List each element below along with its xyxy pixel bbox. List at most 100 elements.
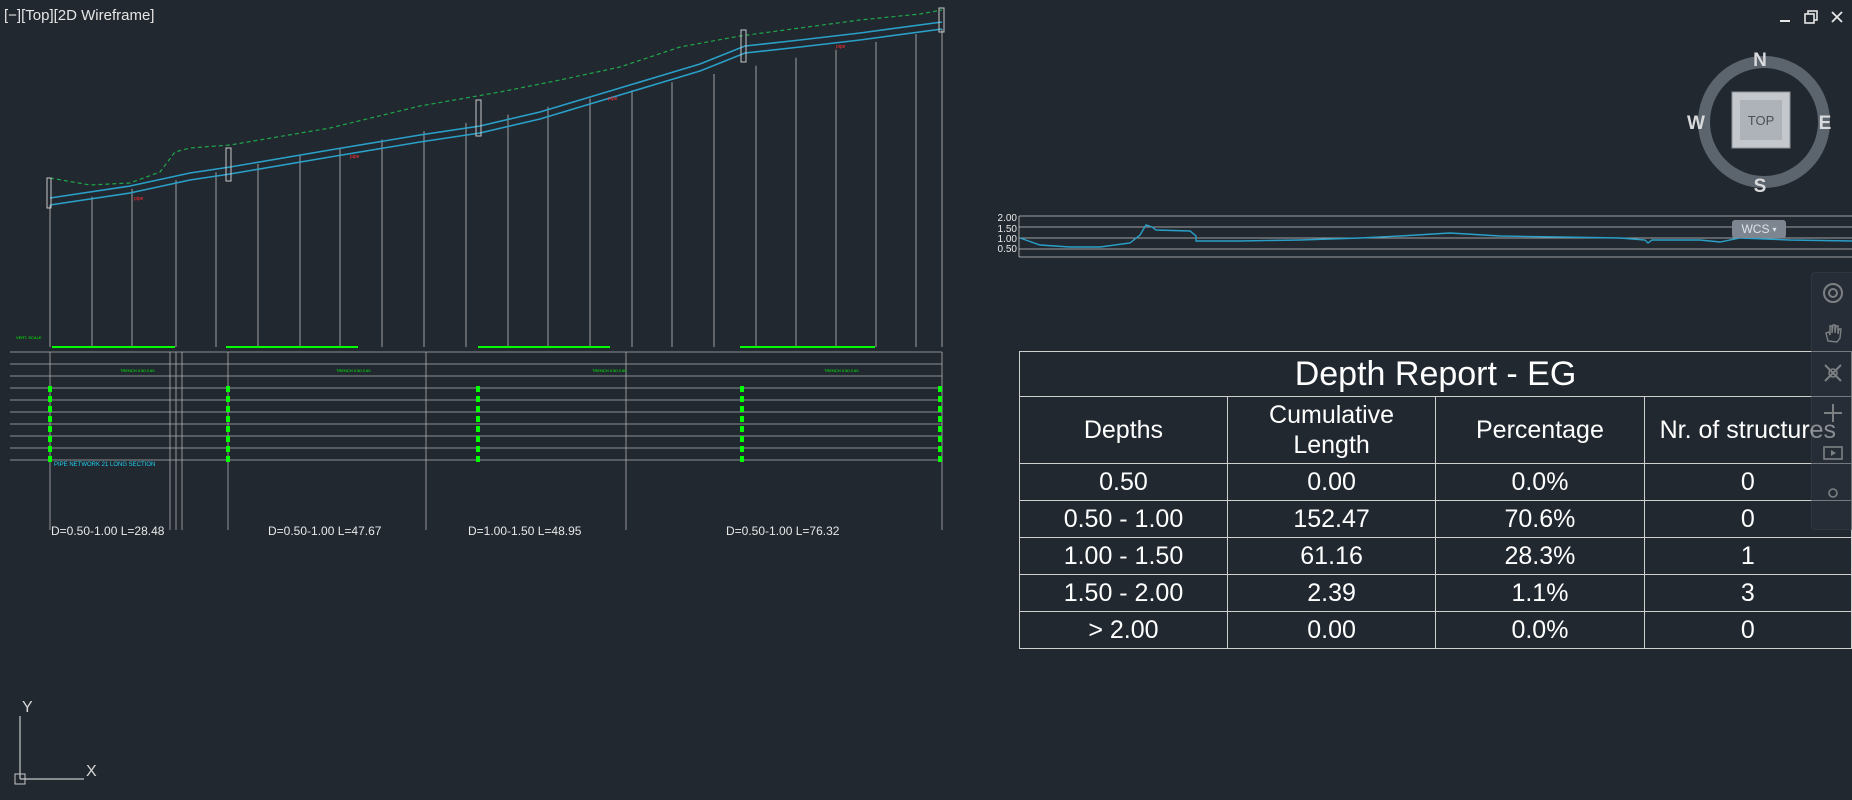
cell-percentage: 70.6%: [1435, 500, 1645, 538]
customize-icon[interactable]: [1812, 473, 1852, 513]
cell-percentage: 0.0%: [1435, 463, 1645, 501]
svg-text:TRENCH 0.50 0.60: TRENCH 0.50 0.60: [592, 368, 627, 373]
compass-east[interactable]: E: [1819, 113, 1832, 134]
cell-depth: 1.50 - 2.00: [1019, 574, 1228, 612]
band-caption: PIPE NETWORK 21 LONG SECTION: [54, 462, 155, 468]
band-station-tick: [226, 426, 230, 432]
depth-series-line: [1019, 224, 1852, 248]
band-station-tick: [48, 456, 52, 462]
cell-structures: 1: [1643, 537, 1852, 575]
band-station-tick: [48, 426, 52, 432]
compass-west[interactable]: W: [1687, 113, 1705, 134]
depth-report-table: Depth Report - EG Depths Cumulative Leng…: [1019, 351, 1852, 649]
station-lines: [49, 29, 943, 347]
band-station-tick: [476, 426, 480, 432]
section-label: D=1.00-1.50 L=48.95: [468, 524, 582, 538]
band-station-tick: [48, 446, 52, 452]
svg-text:TRENCH 0.50 0.60: TRENCH 0.50 0.60: [120, 368, 155, 373]
orbit-icon[interactable]: [1812, 393, 1852, 433]
section-label: D=0.50-1.00 L=76.32: [726, 524, 840, 538]
steering-wheel-icon[interactable]: [1812, 273, 1852, 313]
band-station-tick: [938, 446, 942, 452]
band-station-tick: [476, 396, 480, 402]
band-station-tick: [938, 426, 942, 432]
svg-text:pipe: pipe: [836, 44, 846, 50]
band-station-tick: [476, 406, 480, 412]
band-station-tick: [938, 436, 942, 442]
band-station-tick: [226, 456, 230, 462]
section-label: D=0.50-1.00 L=47.67: [268, 524, 382, 538]
depth-chart: 2.00 1.50 1.00 0.50: [998, 213, 1852, 258]
cell-length: 0.00: [1226, 463, 1437, 501]
band-green-text: TRENCH 0.50 0.60 TRENCH 0.50 0.60 TRENCH …: [16, 335, 859, 373]
cell-length: 61.16: [1226, 537, 1437, 575]
header-cumulative-length: Cumulative Length: [1226, 396, 1437, 464]
section-labels: D=0.50-1.00 L=28.48 D=0.50-1.00 L=47.67 …: [51, 524, 840, 538]
svg-text:pipe: pipe: [608, 96, 618, 102]
band-station-tick: [48, 396, 52, 402]
band-station-tick: [476, 416, 480, 422]
band-station-tick: [48, 436, 52, 442]
table-row: 0.50 - 1.00 152.47 70.6% 0: [1019, 500, 1852, 538]
viewcube-face-label: TOP: [1748, 113, 1775, 128]
cell-length: 152.47: [1226, 500, 1437, 538]
showmotion-icon[interactable]: [1812, 433, 1852, 473]
compass-north[interactable]: N: [1753, 50, 1767, 71]
pipe-top-line: [49, 21, 943, 199]
cell-structures: 0: [1643, 611, 1852, 649]
svg-text:pipe: pipe: [350, 154, 360, 160]
band-station-tick: [476, 446, 480, 452]
existing-ground-line: [49, 9, 943, 186]
svg-text:pipe: pipe: [134, 196, 144, 202]
band-station-tick: [48, 386, 52, 392]
report-title: Depth Report - EG: [1019, 351, 1852, 397]
table-row: 1.50 - 2.00 2.39 1.1% 3: [1019, 574, 1852, 612]
table-row: > 2.00 0.00 0.0% 0: [1019, 611, 1852, 649]
band-station-tick: [938, 406, 942, 412]
structure: [46, 177, 52, 209]
band-station-tick: [476, 386, 480, 392]
zoom-extents-icon[interactable]: [1812, 353, 1852, 393]
band-station-tick: [476, 456, 480, 462]
navigation-bar: [1811, 272, 1852, 530]
band-station-tick: [226, 386, 230, 392]
band-station-tick: [476, 436, 480, 442]
band-station-tick: [938, 456, 942, 462]
band-station-tick: [740, 416, 744, 422]
pan-hand-icon[interactable]: [1812, 313, 1852, 353]
viewcube-compass[interactable]: TOP N S E W: [1684, 44, 1844, 204]
svg-text:TRENCH 0.50 0.60: TRENCH 0.50 0.60: [824, 368, 859, 373]
depth-tick: 2.00: [998, 213, 1018, 224]
cell-depth: 1.00 - 1.50: [1019, 537, 1228, 575]
svg-text:TRENCH 0.50 0.60: TRENCH 0.50 0.60: [336, 368, 371, 373]
cell-structures: 3: [1643, 574, 1852, 612]
ucs-x-label: X: [86, 763, 97, 780]
wcs-label: WCS: [1741, 222, 1770, 236]
header-percentage: Percentage: [1435, 396, 1645, 464]
long-section-profile: pipepipe pipepipe TRENCH 0.50 0.60 TRENCH…: [10, 7, 945, 538]
svg-text:VERT. SCALE: VERT. SCALE: [16, 335, 42, 340]
structure: [475, 99, 482, 137]
cell-percentage: 1.1%: [1435, 574, 1645, 612]
chevron-down-icon: ▾: [1772, 224, 1777, 234]
band-station-tick: [938, 416, 942, 422]
ucs-y-label: Y: [22, 699, 33, 716]
band-station-tick: [226, 446, 230, 452]
band-station-tick: [740, 396, 744, 402]
cell-percentage: 28.3%: [1435, 537, 1645, 575]
band-station-tick: [48, 406, 52, 412]
table-row: 1.00 - 1.50 61.16 28.3% 1: [1019, 537, 1852, 575]
cell-length: 0.00: [1226, 611, 1437, 649]
compass-south[interactable]: S: [1754, 176, 1767, 197]
band-station-tick: [226, 396, 230, 402]
band-station-tick: [740, 426, 744, 432]
cell-depth: 0.50 - 1.00: [1019, 500, 1228, 538]
band-station-tick: [938, 396, 942, 402]
depth-tick: 0.50: [998, 244, 1018, 255]
header-depths: Depths: [1019, 396, 1228, 464]
wcs-menu-button[interactable]: WCS ▾: [1732, 220, 1786, 238]
cell-length: 2.39: [1226, 574, 1437, 612]
band-station-tick: [226, 406, 230, 412]
band-station-tick: [48, 416, 52, 422]
band-station-tick: [740, 406, 744, 412]
